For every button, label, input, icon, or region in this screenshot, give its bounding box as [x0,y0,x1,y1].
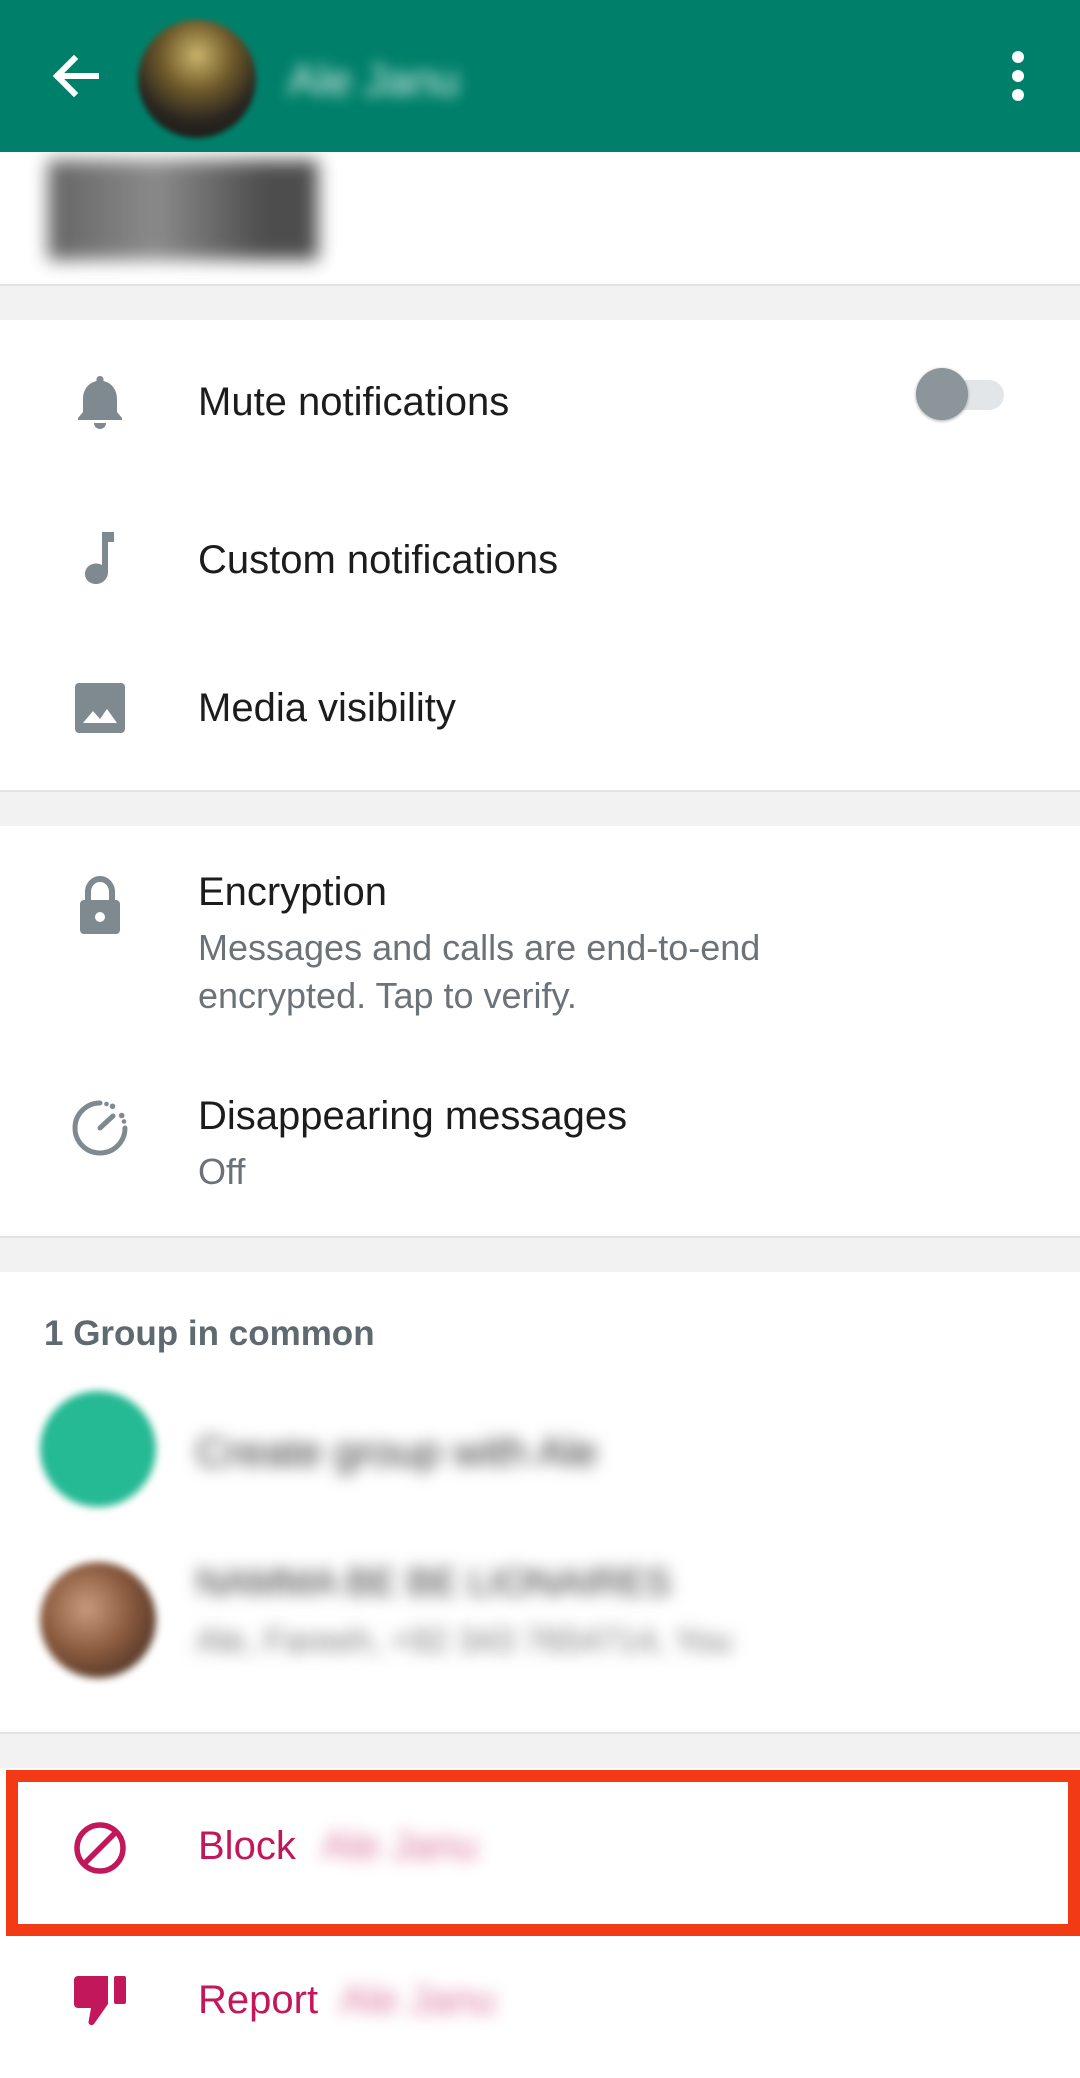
toggle-thumb [916,368,968,420]
encryption-label: Encryption [198,870,387,914]
privacy-card: Encryption Messages and calls are end-to… [0,826,1080,1238]
notification-settings-card: Mute notifications Custom notifications … [0,320,1080,792]
more-vert-icon [1012,51,1024,101]
bell-icon [62,364,138,440]
music-note-icon [62,520,138,596]
disappearing-messages-label: Disappearing messages [198,1094,628,1138]
thumb-down-icon [62,1962,138,2038]
encryption-description-line1: Messages and calls are end-to-end [198,927,761,968]
mute-notifications-toggle[interactable] [916,366,1006,422]
mute-notifications-row[interactable]: Mute notifications [0,320,1080,486]
more-options-button[interactable] [996,44,1040,108]
group-item[interactable]: NAMMA BE BE LIONAIRES Ale, Fareeh, +92 3… [0,1532,1080,1702]
group-members: Ale, Fareeh, +92 343 7654714, You [196,1622,732,1660]
contact-avatar[interactable] [138,20,256,138]
groups-section-title: 1 Group in common [44,1314,375,1353]
groups-in-common-card: 1 Group in common Create group with Ale … [0,1272,1080,1734]
custom-notifications-label: Custom notifications [198,538,559,582]
media-visibility-label: Media visibility [198,686,456,730]
lock-icon [62,868,138,944]
media-visibility-row[interactable]: Media visibility [0,636,1080,786]
profile-info-card [0,152,1080,286]
actions-card: Block Ale Janu Report Ale Janu [0,1768,1080,2078]
group-name: NAMMA BE BE LIONAIRES [196,1562,672,1604]
app-bar: Ale Janu [0,0,1080,152]
encryption-row[interactable]: Encryption Messages and calls are end-to… [0,826,1080,1036]
block-contact-name: Ale Janu [322,1824,478,1868]
report-contact-name: Ale Janu [340,1978,496,2022]
image-icon [62,670,138,746]
disappearing-messages-row[interactable]: Disappearing messages Off [0,1052,1080,1232]
block-label: Block [198,1824,296,1868]
arrow-back-icon [52,54,99,98]
encryption-description-line2: encrypted. Tap to verify. [198,975,577,1016]
back-button[interactable] [40,40,112,112]
group-avatar [40,1391,156,1507]
group-name: Create group with Ale [196,1428,598,1475]
block-icon [62,1810,138,1886]
report-contact-row[interactable]: Report Ale Janu [0,1926,1080,2078]
report-label: Report [198,1978,319,2022]
blurred-status-image [48,160,318,260]
disappearing-messages-value: Off [198,1151,246,1192]
custom-notifications-row[interactable]: Custom notifications [0,486,1080,636]
group-item[interactable]: Create group with Ale [0,1374,1080,1524]
timer-icon [62,1090,138,1166]
mute-notifications-label: Mute notifications [198,380,510,424]
block-contact-row[interactable]: Block Ale Janu [0,1768,1080,1926]
contact-name[interactable]: Ale Janu [288,56,459,106]
group-avatar [40,1562,156,1678]
